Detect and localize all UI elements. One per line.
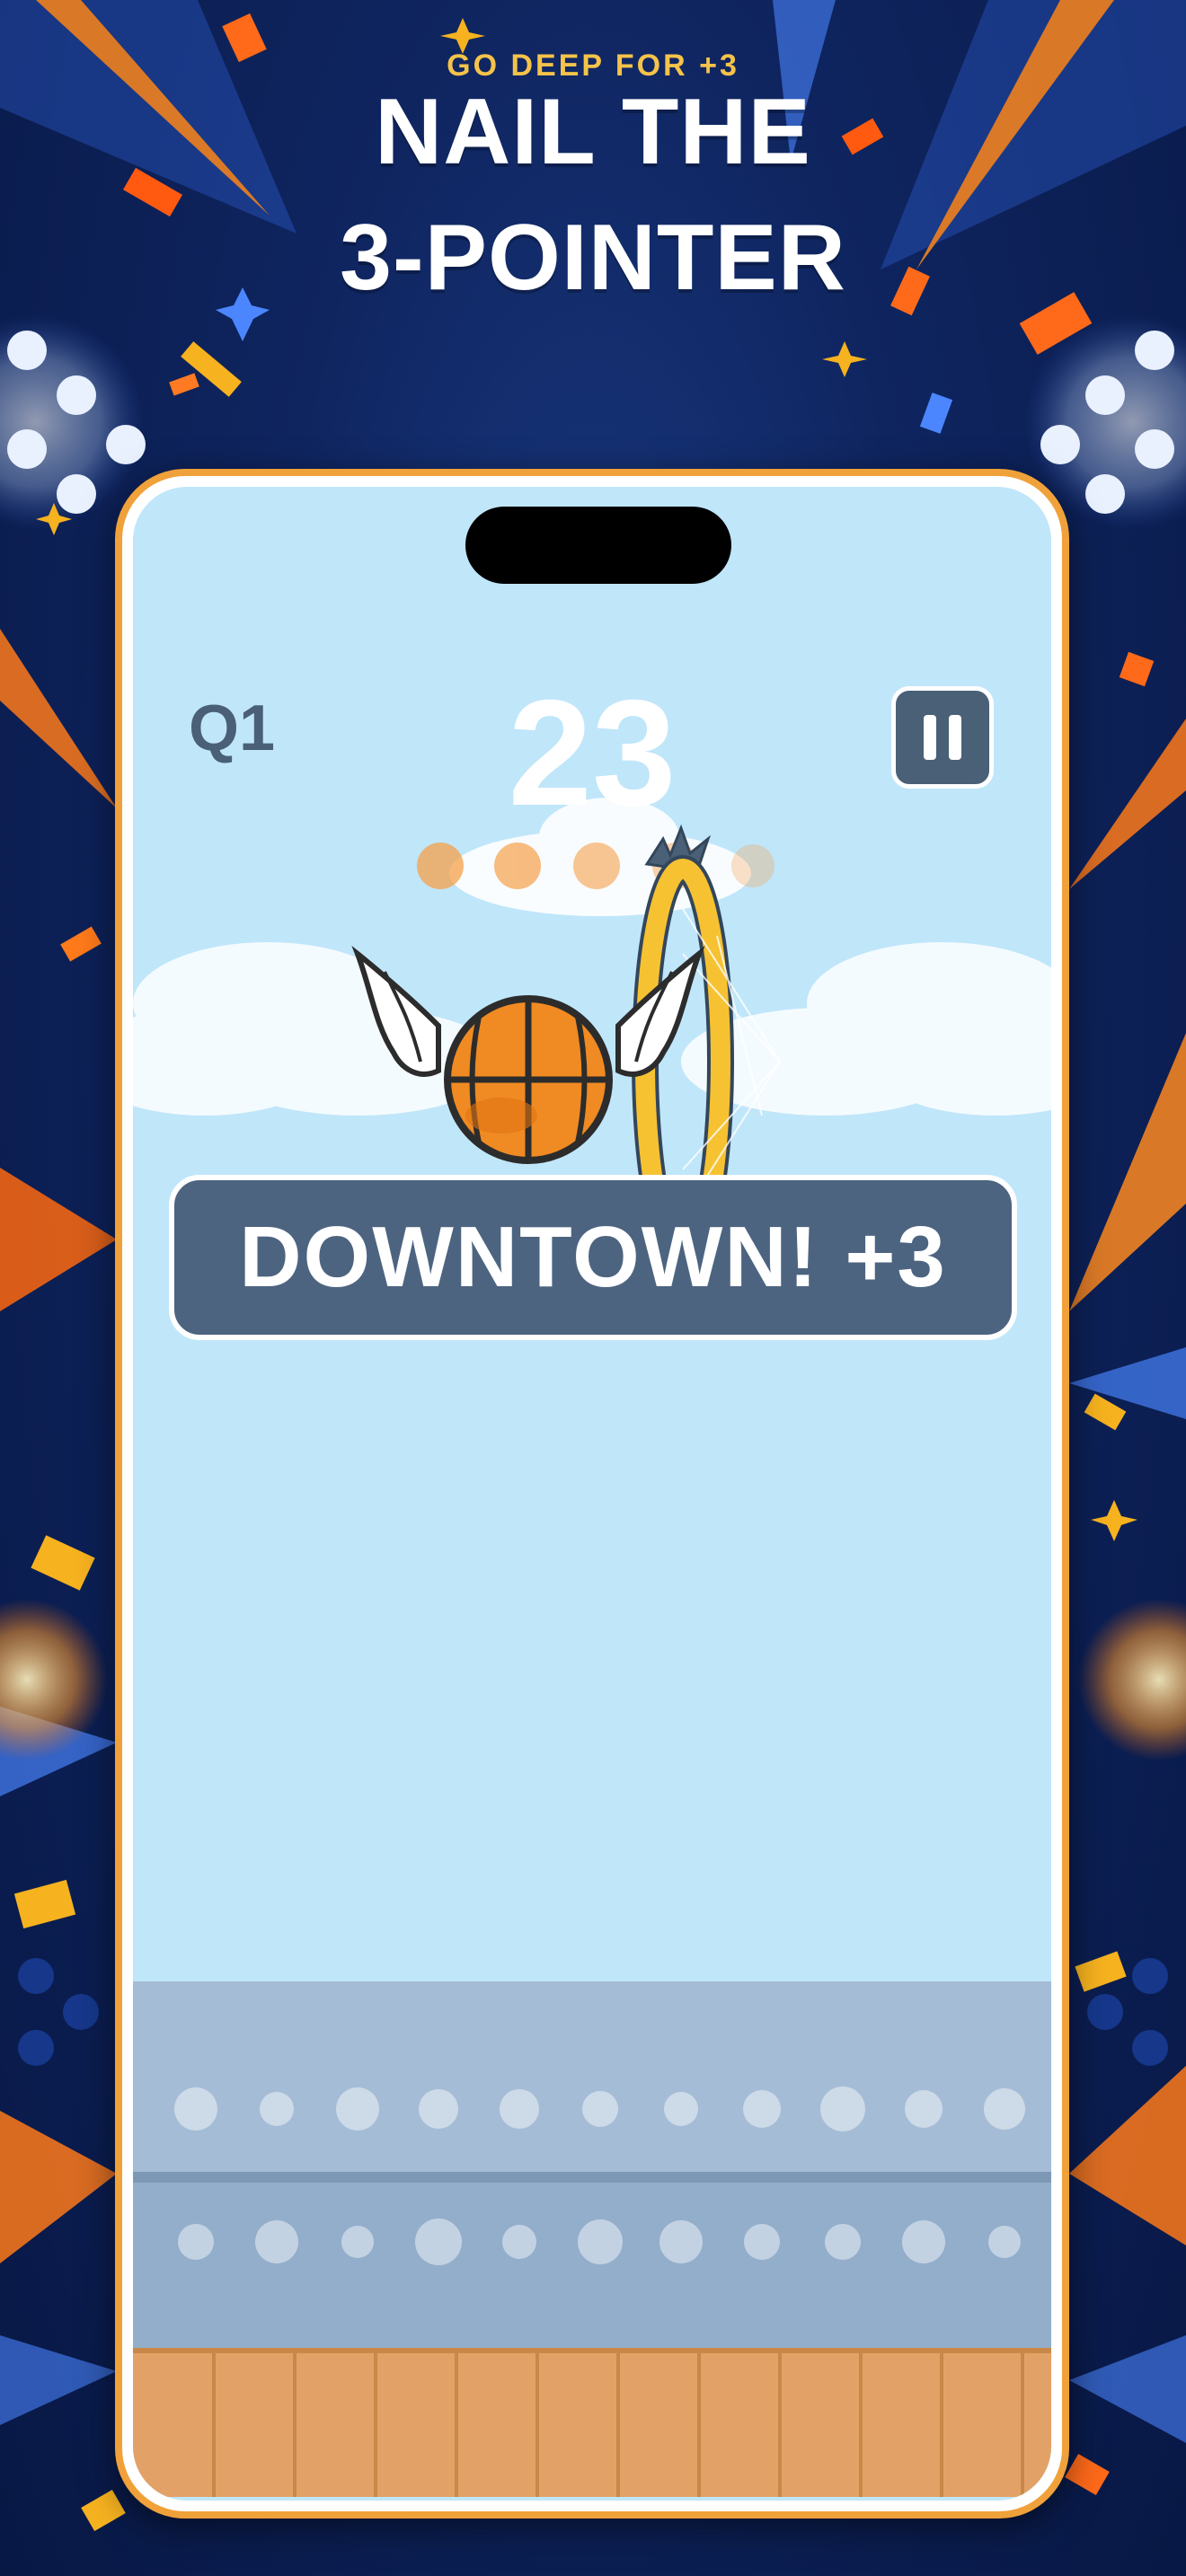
- pause-icon: [917, 715, 968, 760]
- promo-title-line-1: NAIL THE: [375, 80, 811, 184]
- promo-title-line-2: 3-POINTER: [340, 206, 846, 310]
- downtown-banner: DOWNTOWN! +3: [169, 1175, 1017, 1340]
- stadium-lights-left: [0, 314, 146, 530]
- phone-frame: Q1 23 DOWNTOWN! +3: [115, 469, 1069, 2519]
- banner-text: DOWNTOWN! +3: [239, 1209, 947, 1305]
- pause-button[interactable]: [891, 686, 994, 789]
- cloud-right: [681, 942, 1051, 1116]
- phone-bezel: Q1 23 DOWNTOWN! +3: [122, 476, 1062, 2511]
- dynamic-island: [465, 507, 731, 584]
- stands: [133, 1981, 1051, 2348]
- court-floor: [133, 2348, 1051, 2497]
- game-screen[interactable]: Q1 23 DOWNTOWN! +3: [133, 487, 1051, 2501]
